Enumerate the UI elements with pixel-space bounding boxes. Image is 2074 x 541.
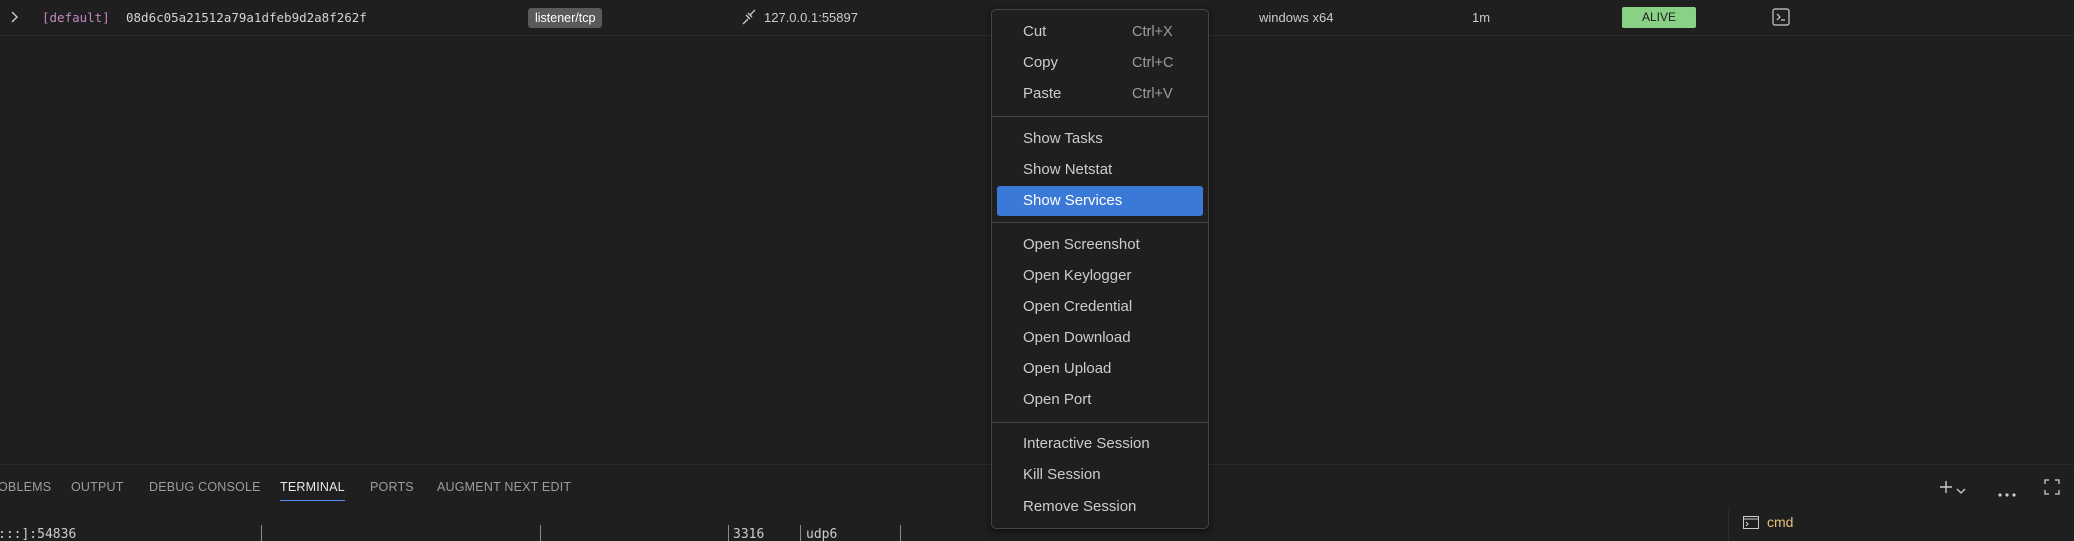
menu-item-show-netstat[interactable]: Show Netstat [997,155,1203,185]
menu-item-copy[interactable]: Copy Ctrl+C [997,48,1203,78]
menu-item-open-upload[interactable]: Open Upload [997,354,1203,384]
session-id: 08d6c05a21512a79a1dfeb9d2a8f262f [126,10,367,25]
terminal-text: 3316 [733,527,765,541]
context-menu: Cut Ctrl+X Copy Ctrl+C Paste Ctrl+V Show… [991,9,1209,529]
terminal-list-label: cmd [1767,514,1794,530]
menu-item-show-tasks[interactable]: Show Tasks [997,124,1203,154]
session-namespace: [default] [42,10,110,25]
terminal-text: :::]:54836 [0,527,77,541]
chevron-down-icon[interactable] [1956,483,1966,498]
plus-icon[interactable] [1938,479,1954,498]
menu-item-cut[interactable]: Cut Ctrl+X [997,17,1203,47]
maximize-icon[interactable] [2044,479,2060,498]
menu-item-show-services[interactable]: Show Services [997,186,1203,216]
terminal-divider [728,525,729,541]
menu-item-open-credential[interactable]: Open Credential [997,292,1203,322]
ellipsis-icon[interactable] [1998,485,2016,500]
terminal-divider [900,525,901,541]
status-badge: ALIVE [1622,7,1696,28]
session-os: windows x64 [1259,10,1334,25]
menu-separator [992,422,1208,423]
tab-debug-console[interactable]: DEBUG CONSOLE [149,465,261,509]
menu-item-remove-session[interactable]: Remove Session [997,492,1203,522]
terminal-divider [261,525,262,541]
session-last-seen: 1m [1472,10,1491,25]
menu-item-open-download[interactable]: Open Download [997,323,1203,353]
menu-item-open-port[interactable]: Open Port [997,385,1203,415]
menu-shortcut: Ctrl+C [1132,55,1174,71]
chevron-right-icon[interactable] [10,0,24,35]
terminal-output[interactable]: :::]:54836 3316 udp6 [0,527,1700,541]
tab-ports[interactable]: PORTS [370,465,414,509]
menu-separator [992,222,1208,223]
terminal-cmd-icon [1743,516,1759,529]
menu-shortcut: Ctrl+X [1132,24,1173,40]
terminal-list: cmd [1728,509,2074,541]
menu-item-kill-session[interactable]: Kill Session [997,460,1203,490]
disconnect-icon [742,0,758,35]
menu-item-open-screenshot[interactable]: Open Screenshot [997,230,1203,260]
menu-item-open-keylogger[interactable]: Open Keylogger [997,261,1203,291]
terminal-text: udp6 [806,527,838,541]
tab-problems[interactable]: OBLEMS [0,465,51,509]
menu-item-interactive-session[interactable]: Interactive Session [997,429,1203,459]
tab-output[interactable]: OUTPUT [71,465,124,509]
terminal-divider [540,525,541,541]
menu-shortcut: Ctrl+V [1132,86,1173,102]
tab-augment-next-edit[interactable]: AUGMENT NEXT EDIT [437,465,571,509]
terminal-icon[interactable] [1772,0,1792,35]
listener-badge: listener/tcp [528,8,603,28]
menu-item-paste[interactable]: Paste Ctrl+V [997,79,1203,109]
tab-terminal[interactable]: TERMINAL [280,465,345,509]
menu-separator [992,116,1208,117]
terminal-divider [800,525,801,541]
session-address: 127.0.0.1:55897 [764,10,858,25]
